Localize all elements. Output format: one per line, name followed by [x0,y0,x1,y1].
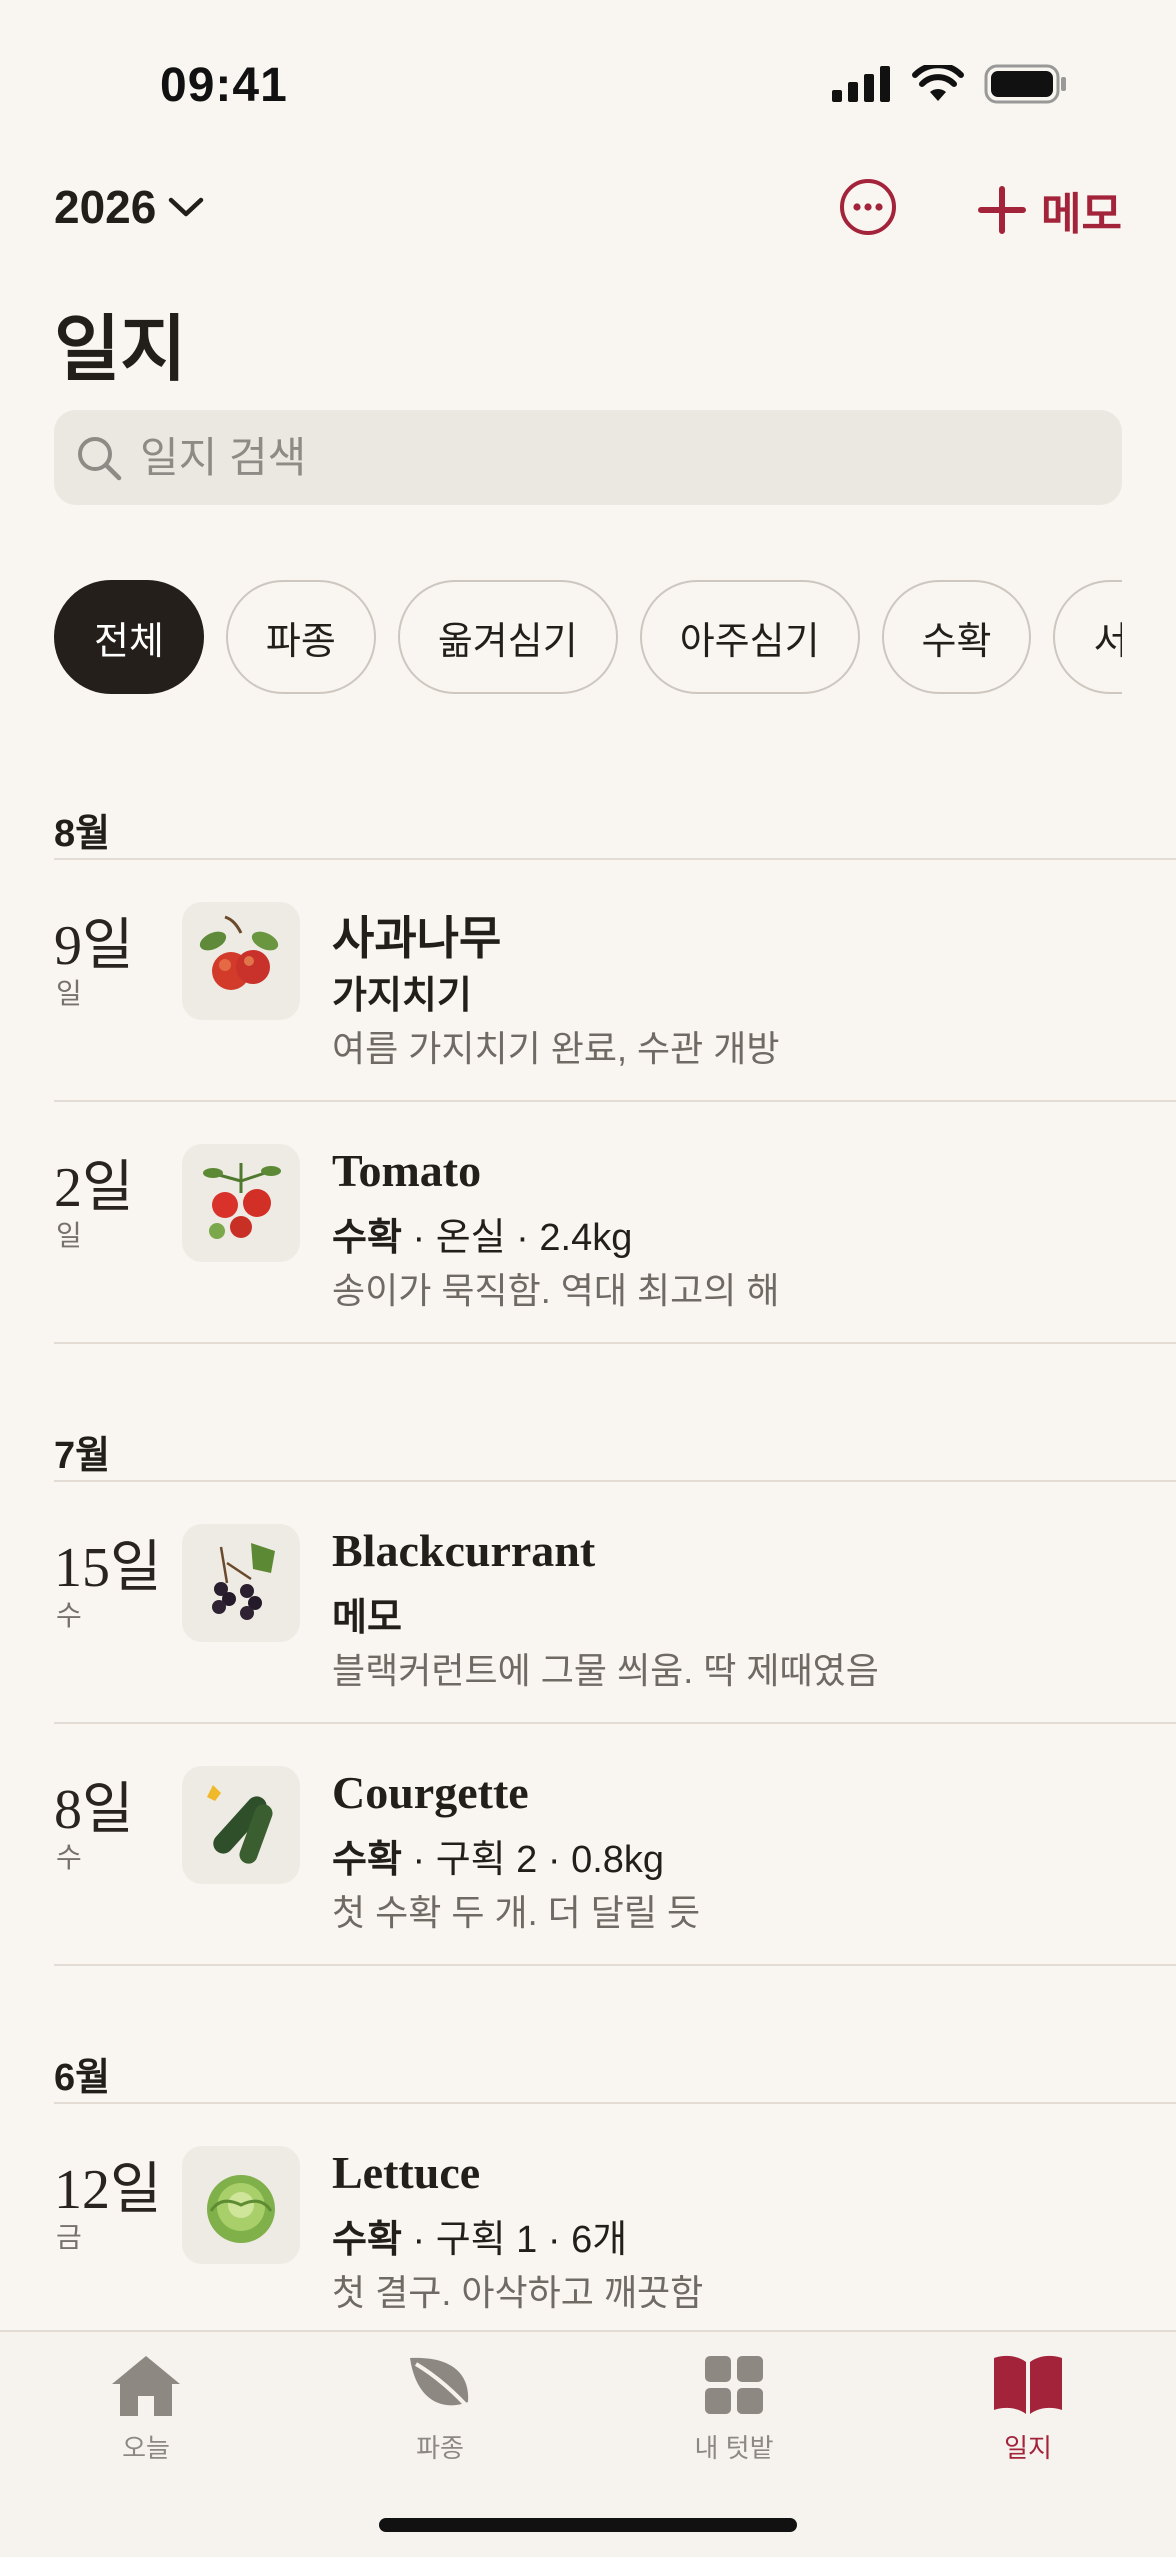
filter-chip-harvest[interactable]: 수확 [881,580,1032,694]
page-title: 일지 [54,310,187,390]
filter-chip-transplant[interactable]: 옮겨심기 [397,580,618,694]
filter-chips: 전체 파종 옮겨심기 아주심기 수확 서리 [54,580,1122,700]
lettuce-icon [207,2175,275,2243]
journal-entry[interactable]: 8일 수 Courgette 수확 · 구획 2 · 0.8kg 첫 수확 두 … [54,1724,1176,1966]
journal-entry[interactable]: 9일 일 사과나무 가지치기 여름 가지치기 완료, 수관 개방 [54,860,1176,1102]
entry-type: 수확 [332,1839,402,1881]
tab-label: 일지 [1004,2433,1052,2463]
tab-label: 파종 [416,2433,464,2463]
entry-day: 12일 [54,2159,162,2221]
entry-plant: Tomato [332,1145,482,1196]
entry-meta: 수확 · 구획 1 · 6개 [332,2208,627,2263]
status-bar: 09:41 [0,0,1176,150]
blackcurrant-icon [212,1543,275,1620]
entry-note: 송이가 묵직함. 역대 최고의 해 [332,1270,780,1311]
status-time: 09:41 [160,59,288,112]
entry-type: 가지치기 [332,975,472,1017]
tab-label: 내 텃밭 [694,2433,774,2463]
tab-label: 오늘 [122,2433,170,2463]
more-options-icon[interactable] [838,177,898,237]
entry-note: 첫 수확 두 개. 더 달릴 듯 [332,1892,701,1933]
tab-journal[interactable]: 일지 [928,2352,1128,2465]
chevron-down-icon [169,197,204,217]
plant-thumbnail [182,2146,300,2264]
apple-icon [199,915,279,990]
entry-meta: 수확 · 구획 2 · 0.8kg [332,1828,664,1883]
entry-meta: 수확 · 온실 · 2.4kg [332,1206,632,1261]
entry-day: 8일 [54,1779,134,1841]
entry-note: 여름 가지치기 완료, 수관 개방 [332,1028,780,1069]
home-icon [112,2356,180,2416]
filter-chip-sowing[interactable]: 파종 [225,580,376,694]
home-indicator[interactable] [379,2518,797,2532]
plant-thumbnail [182,1524,300,1642]
entry-plant: Lettuce [332,2147,481,2198]
tab-my-garden[interactable]: 내 텃밭 [634,2352,834,2465]
search-input[interactable] [138,432,1042,483]
year-label: 2026 [54,181,157,233]
entry-note: 블랙커런트에 그물 씌움. 딱 제때였음 [332,1650,879,1691]
entry-meta: 메모 [332,1586,402,1641]
plant-thumbnail [182,1766,300,1884]
entry-weekday: 수 [56,1842,82,1873]
entry-meta: 가지치기 [332,964,472,1019]
filter-chip-planting-out[interactable]: 아주심기 [639,580,860,694]
add-memo-button[interactable]: 메모 [977,178,1122,242]
tomato-icon [203,1163,281,1239]
plus-icon [978,186,1027,234]
entry-weekday: 일 [56,1220,82,1251]
entry-details: · 구획 1 · 6개 [401,2219,628,2261]
entry-type: 수확 [332,1217,402,1259]
entry-details: · 온실 · 2.4kg [401,1217,633,1259]
entry-plant: Courgette [332,1767,529,1818]
search-icon [78,436,122,480]
month-header: 8월 [54,780,1176,860]
courgette-icon [207,1785,273,1864]
journal-list: 8월 9일 일 사과나무 가지치기 여름 가지치기 완료, 수관 개방 2일 일 [0,780,1176,2346]
grid-icon [705,2356,763,2414]
plant-thumbnail [182,1144,300,1262]
month-header: 7월 [54,1402,1176,1482]
entry-day: 15일 [54,1537,162,1599]
filter-chip-all[interactable]: 전체 [54,580,204,694]
entry-weekday: 수 [56,1600,82,1631]
plant-thumbnail [182,902,300,1020]
tab-today[interactable]: 오늘 [46,2352,246,2465]
month-header: 6월 [54,2024,1176,2104]
entry-day: 9일 [54,915,134,977]
entry-plant: Blackcurrant [332,1525,596,1576]
status-icons [832,64,1068,104]
entry-type: 수확 [332,2219,402,2261]
entry-day: 2일 [54,1157,134,1219]
leaf-icon [410,2357,476,2416]
entry-type: 메모 [332,1597,402,1639]
journal-entry[interactable]: 2일 일 Tomato 수확 · 온실 · 2.4kg 송이가 묵직함. 역대 … [54,1102,1176,1344]
search-bar[interactable] [54,410,1122,505]
journal-entry[interactable]: 12일 금 Lettuce 수확 · 구획 1 · 6개 첫 결구. 아삭하고 … [54,2104,1176,2346]
journal-entry[interactable]: 15일 수 Blackcurrant 메모 블랙커런트에 그물 씌움. 딱 제때… [54,1482,1176,1724]
entry-weekday: 일 [56,978,82,1009]
entry-note: 첫 결구. 아삭하고 깨끗함 [332,2272,704,2313]
add-memo-label: 메모 [1041,190,1122,239]
battery-icon [984,64,1066,104]
filter-chip-frost[interactable]: 서리 [1053,580,1122,694]
wifi-icon [912,65,964,101]
signal-icon [832,66,890,102]
entry-plant: 사과나무 [332,913,502,964]
year-selector[interactable]: 2026 [54,180,204,234]
tab-sowing[interactable]: 파종 [340,2352,540,2465]
entry-weekday: 금 [56,2222,82,2253]
book-icon [994,2355,1062,2414]
entry-details: · 구획 2 · 0.8kg [401,1839,665,1881]
